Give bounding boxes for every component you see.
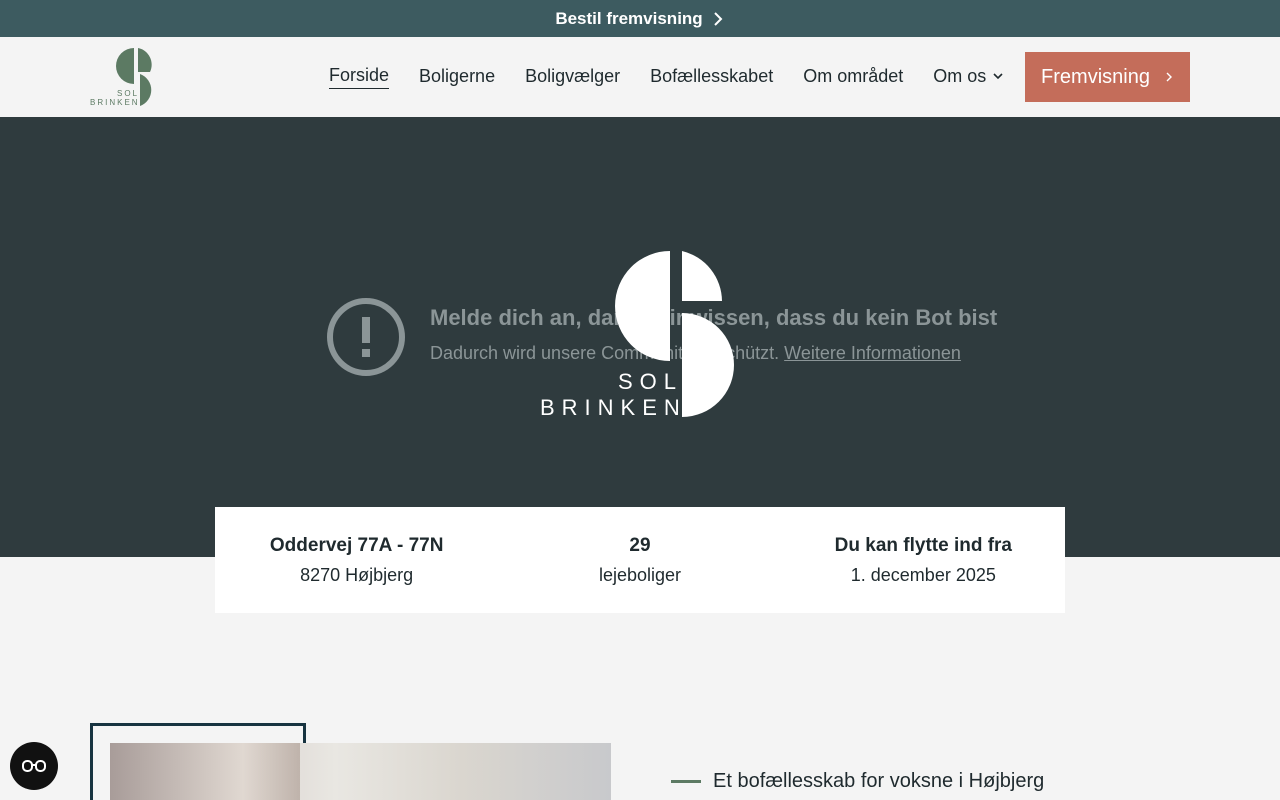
tagline-text: Et bofællesskab for voksne i Højbjerg bbox=[713, 770, 1045, 792]
fact-title: Oddervej 77A - 77N bbox=[269, 534, 444, 556]
nav-label: Bofællesskabet bbox=[650, 65, 774, 86]
site-header: SOL BRINKEN Forside Boligerne Boligvælge… bbox=[0, 37, 1280, 117]
viewing-button[interactable]: Fremvisning bbox=[1025, 52, 1190, 102]
nav-label: Om os bbox=[933, 65, 987, 86]
hero-logo-text-bottom: BRINKEN bbox=[540, 395, 687, 419]
viewing-button-label: Fremvisning bbox=[1041, 65, 1150, 88]
nav-item-boligerne[interactable]: Boligerne bbox=[419, 66, 495, 89]
nav-item-om-omraadet[interactable]: Om området bbox=[803, 66, 903, 89]
nav-label: Forside bbox=[329, 65, 390, 85]
chevron-right-icon bbox=[713, 11, 723, 26]
fact-title: 29 bbox=[629, 534, 651, 556]
fact-units: 29 lejeboliger bbox=[498, 507, 781, 613]
fact-subtitle: lejeboliger bbox=[598, 564, 682, 585]
glasses-icon bbox=[22, 760, 46, 772]
key-facts-card: Oddervej 77A - 77N 8270 Højbjerg 29 leje… bbox=[215, 507, 1065, 613]
nav-item-boligvaelger[interactable]: Boligvælger bbox=[525, 66, 620, 89]
accessibility-button[interactable] bbox=[10, 742, 58, 790]
nav-label: Om området bbox=[803, 65, 904, 86]
logo-text-top: SOL bbox=[117, 89, 139, 98]
more-info-link[interactable]: Weitere Informationen bbox=[784, 343, 961, 363]
hero-section: Melde dich an, damit wir wissen, dass du… bbox=[0, 117, 1280, 557]
alert-icon bbox=[327, 298, 405, 376]
nav-item-om-os[interactable]: Om os bbox=[933, 66, 1004, 89]
interior-photo bbox=[110, 743, 611, 800]
fact-address: Oddervej 77A - 77N 8270 Højbjerg bbox=[215, 507, 498, 613]
nav-item-forside[interactable]: Forside bbox=[329, 65, 390, 89]
logo-text-bottom: BRINKEN bbox=[90, 98, 140, 107]
fact-subtitle: 8270 Højbjerg bbox=[300, 564, 414, 585]
nav-label: Boligvælger bbox=[525, 65, 621, 86]
book-viewing-label: Bestil fremvisning bbox=[555, 8, 703, 28]
solbrinken-logo[interactable]: SOL BRINKEN bbox=[90, 46, 162, 108]
fact-title: Du kan flytte ind fra bbox=[834, 534, 1012, 556]
tagline-accent-line bbox=[671, 780, 701, 783]
book-viewing-link[interactable]: Bestil fremvisning bbox=[555, 9, 724, 29]
intro-tagline: Et bofællesskab for voksne i Højbjerg bbox=[671, 770, 1044, 793]
fact-move-in: Du kan flytte ind fra 1. december 2025 bbox=[782, 507, 1065, 613]
chevron-right-icon bbox=[1166, 72, 1172, 82]
chevron-down-icon bbox=[993, 73, 1003, 80]
nav-item-bofaellesskabet[interactable]: Bofællesskabet bbox=[650, 66, 773, 89]
hero-logo-text-top: SOL bbox=[618, 369, 683, 394]
fact-subtitle: 1. december 2025 bbox=[850, 564, 996, 585]
announcement-bar: Bestil fremvisning bbox=[0, 0, 1280, 37]
main-nav: Forside Boligerne Boligvælger Bofællessk… bbox=[329, 37, 1034, 117]
nav-label: Boligerne bbox=[419, 65, 496, 86]
solbrinken-hero-logo: SOL BRINKEN bbox=[540, 251, 734, 419]
